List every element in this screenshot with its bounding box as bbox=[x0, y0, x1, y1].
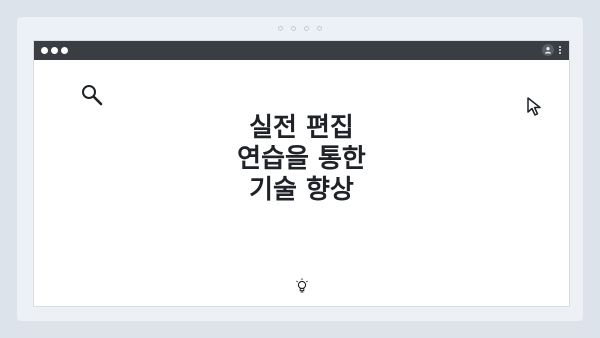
window-controls bbox=[41, 47, 68, 54]
pager-dot[interactable] bbox=[291, 26, 296, 31]
heading-line: 실전 편집 bbox=[249, 113, 354, 143]
more-vertical-icon[interactable] bbox=[557, 46, 563, 54]
lightbulb-icon bbox=[295, 278, 309, 298]
title-bar bbox=[34, 41, 569, 60]
window-control-dot[interactable] bbox=[41, 47, 48, 54]
heading-line: 기술 향상 bbox=[249, 175, 354, 205]
pager-dot[interactable] bbox=[304, 26, 309, 31]
pager-dot[interactable] bbox=[278, 26, 283, 31]
window-control-dot[interactable] bbox=[51, 47, 58, 54]
search-icon bbox=[80, 83, 104, 111]
user-icon[interactable] bbox=[542, 44, 554, 56]
titlebar-actions bbox=[542, 44, 563, 56]
heading-line: 연습을 통한 bbox=[237, 144, 366, 174]
pager-dots bbox=[17, 26, 583, 31]
pager-dot[interactable] bbox=[317, 26, 322, 31]
window-control-dot[interactable] bbox=[61, 47, 68, 54]
page-heading: 실전 편집 연습을 통한 기술 향상 bbox=[34, 113, 569, 206]
browser-window: 실전 편집 연습을 통한 기술 향상 bbox=[33, 40, 570, 307]
